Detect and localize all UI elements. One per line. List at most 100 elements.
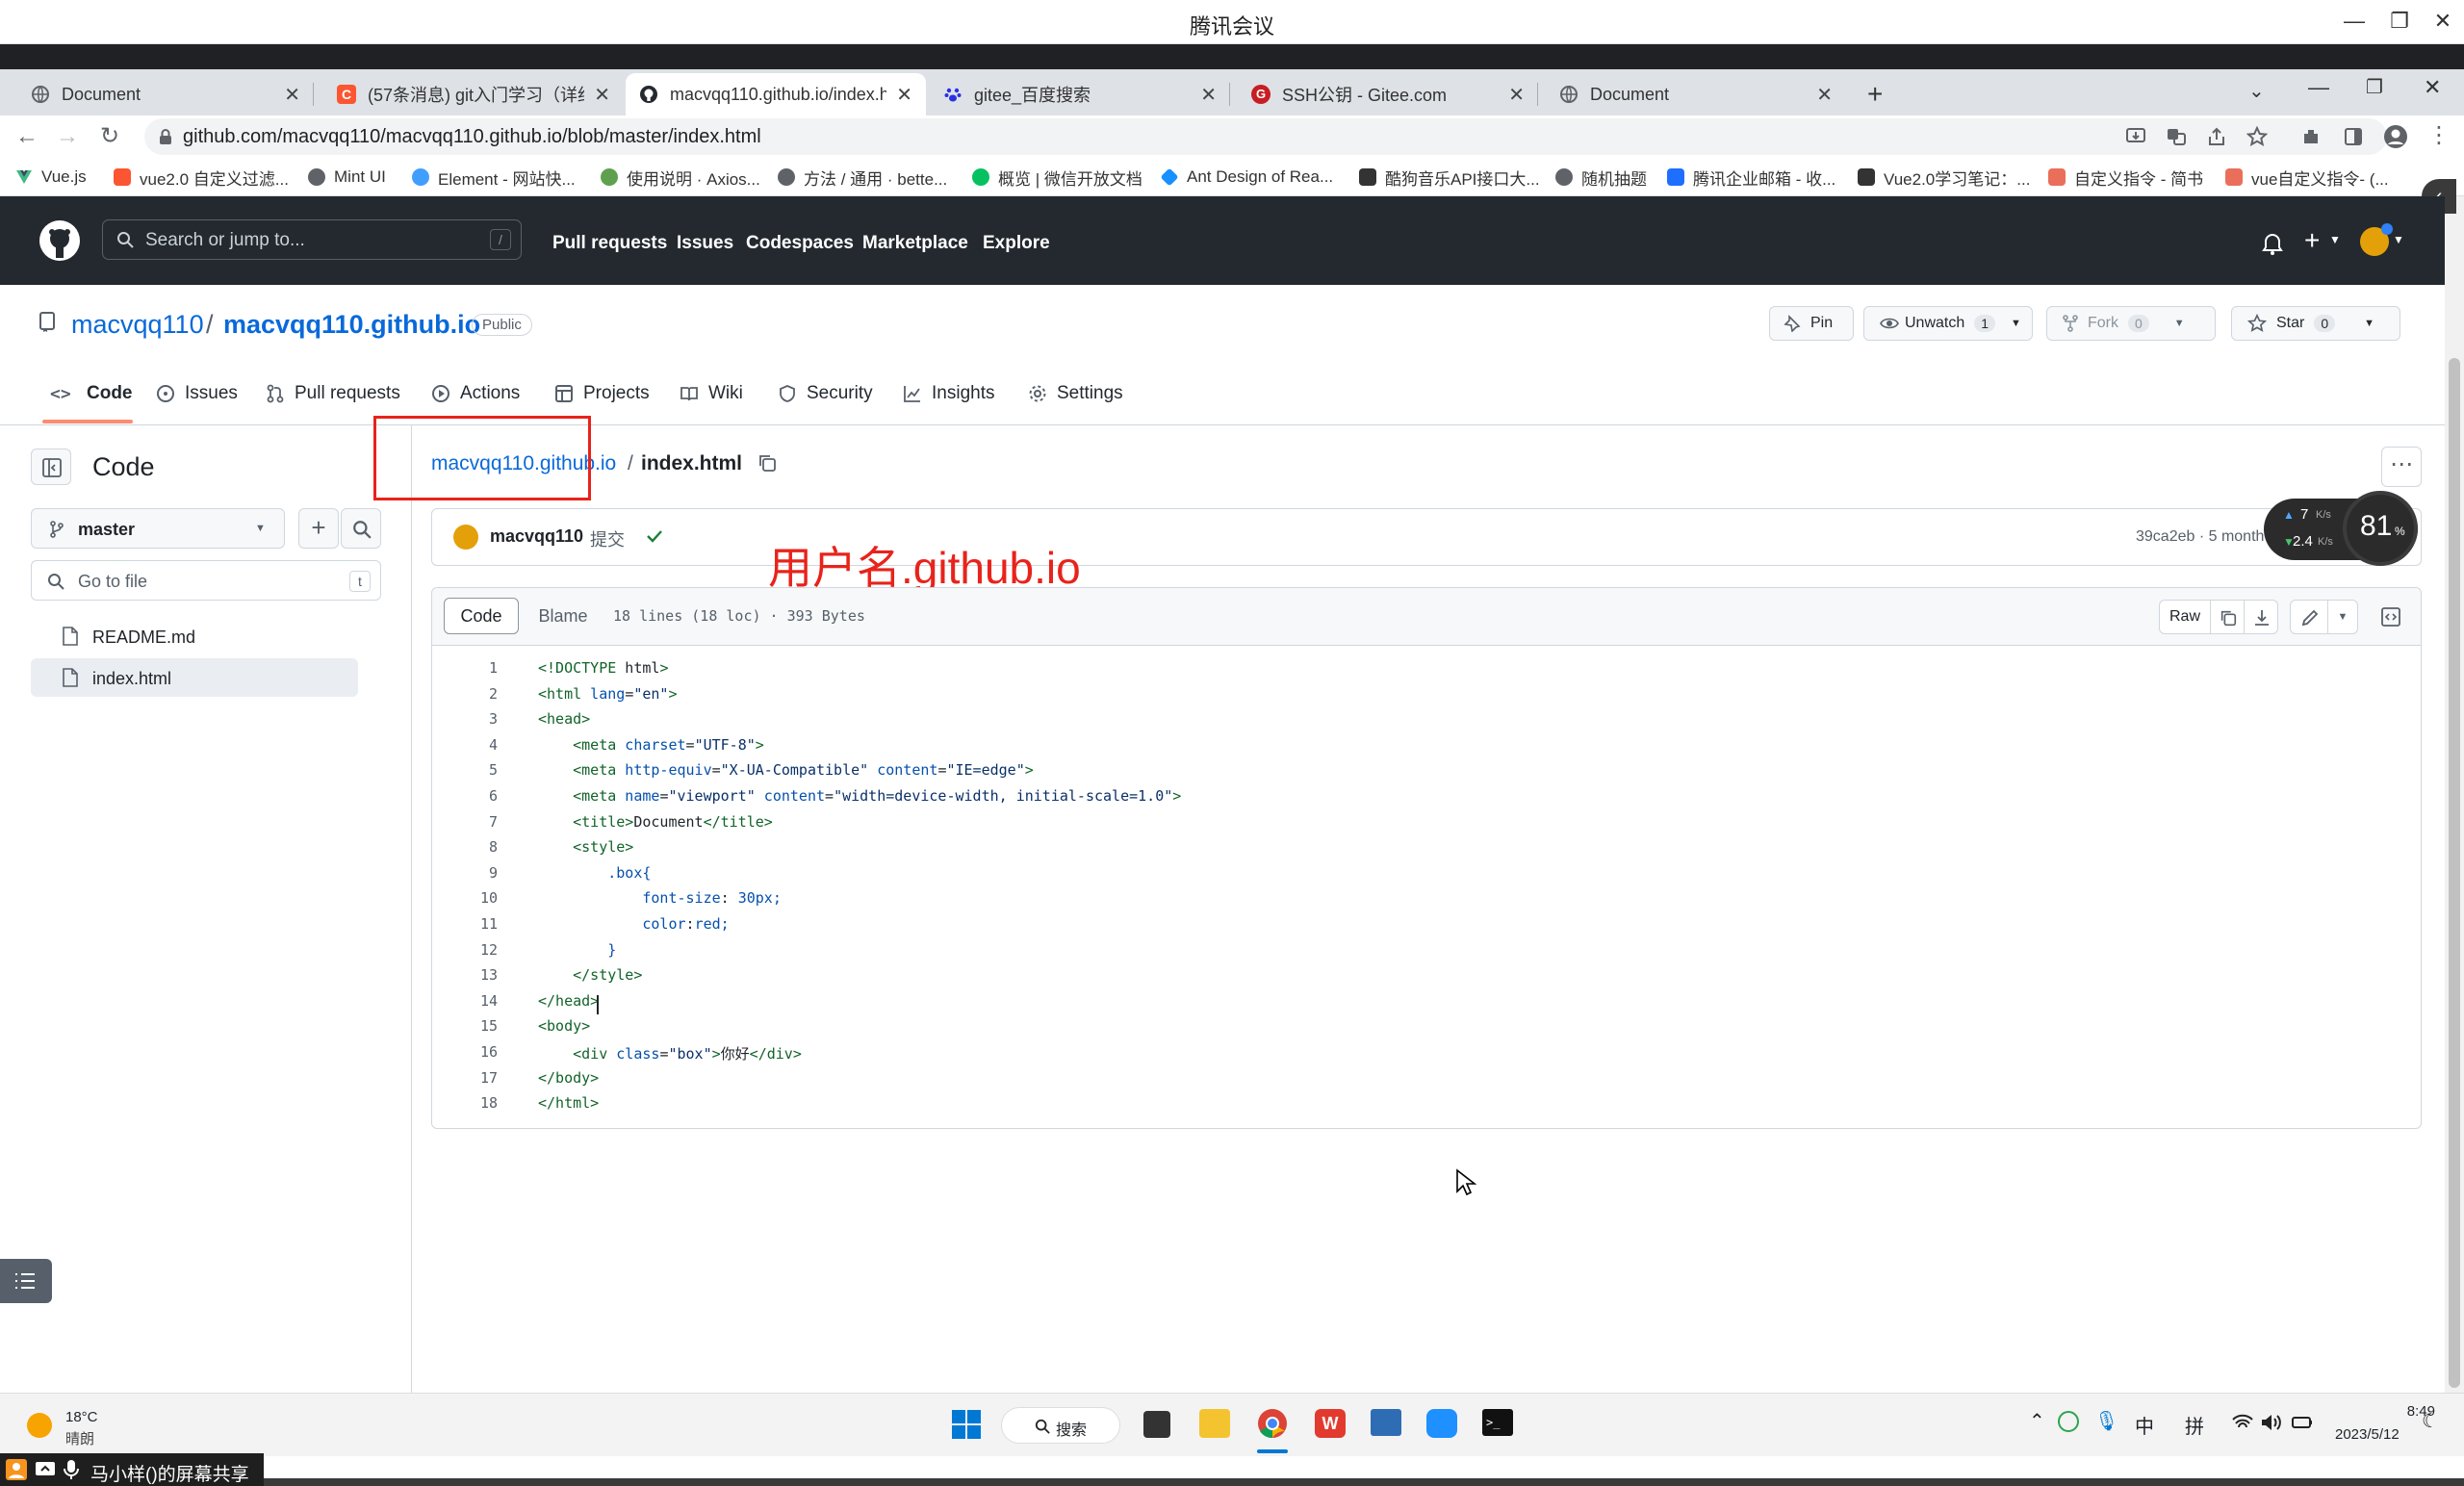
more-options-button[interactable]: ⋯ bbox=[2381, 447, 2422, 487]
line-number[interactable]: 5 bbox=[432, 761, 498, 779]
ime-mode[interactable]: 中 bbox=[2135, 1411, 2154, 1439]
browser-close-icon[interactable]: ✕ bbox=[2424, 75, 2441, 100]
pin-button[interactable]: Pin bbox=[1769, 306, 1854, 341]
reload-icon[interactable]: ↻ bbox=[96, 123, 123, 150]
line-number[interactable]: 4 bbox=[432, 736, 498, 754]
commit-message[interactable]: 提交 bbox=[590, 526, 625, 551]
dropdown-caret-icon[interactable]: ▼ bbox=[2393, 233, 2404, 246]
tab-insights[interactable]: Insights bbox=[903, 383, 994, 404]
share-page-icon[interactable] bbox=[2206, 127, 2227, 146]
close-tab-icon[interactable]: ✕ bbox=[594, 83, 610, 107]
tab-document-1[interactable]: Document ✕ bbox=[17, 73, 314, 115]
weather-temp[interactable]: 18°C bbox=[65, 1409, 98, 1425]
terminal-icon[interactable]: >_ bbox=[1482, 1409, 1513, 1436]
code-view-button[interactable]: Code bbox=[444, 598, 519, 634]
close-tab-icon[interactable]: ✕ bbox=[896, 83, 912, 107]
nav-codespaces[interactable]: Codespaces bbox=[746, 233, 854, 254]
bookmark-item[interactable]: Vue2.0学习笔记：... bbox=[1858, 164, 2030, 191]
tab-document-2[interactable]: Document ✕ bbox=[1546, 73, 1846, 115]
chevron-up-icon[interactable]: ⌃ bbox=[2029, 1409, 2045, 1433]
copy-raw-button[interactable] bbox=[2210, 600, 2245, 634]
task-view-icon[interactable] bbox=[1143, 1411, 1170, 1438]
wifi-icon[interactable] bbox=[2231, 1413, 2254, 1432]
battery-icon[interactable] bbox=[2291, 1413, 2314, 1432]
unwatch-button[interactable]: Unwatch 1 ▼ bbox=[1863, 306, 2033, 341]
new-tab-icon[interactable]: + bbox=[1867, 79, 1883, 110]
taskbar-search[interactable]: 搜索 bbox=[1001, 1407, 1120, 1444]
search-files-button[interactable] bbox=[341, 508, 381, 549]
clock-date[interactable]: 2023/5/12 bbox=[2335, 1426, 2400, 1443]
bookmark-item[interactable]: 酷狗音乐API接口大... bbox=[1359, 164, 1540, 191]
line-number[interactable]: 11 bbox=[432, 915, 498, 933]
browser-menu-icon[interactable]: ⋮ bbox=[2427, 121, 2451, 149]
edit-file-button[interactable] bbox=[2290, 600, 2328, 634]
outline-toggle-button[interactable] bbox=[0, 1259, 52, 1303]
line-number[interactable]: 2 bbox=[432, 685, 498, 703]
network-speed-widget[interactable]: ▲ 7 K/s ▼ 2.4 K/s 81 % bbox=[2264, 491, 2418, 566]
back-icon[interactable]: ← bbox=[13, 123, 40, 150]
file-explorer-icon[interactable] bbox=[1199, 1409, 1230, 1438]
close-tab-icon[interactable]: ✕ bbox=[284, 83, 300, 107]
profile-icon[interactable] bbox=[2383, 124, 2408, 149]
line-number[interactable]: 8 bbox=[432, 838, 498, 856]
chrome-icon[interactable] bbox=[1257, 1408, 1288, 1439]
bookmark-item[interactable]: Element - 网站快... bbox=[412, 164, 576, 191]
tab-github-active[interactable]: macvqq110.github.io/index.ht ✕ bbox=[626, 73, 926, 115]
line-number[interactable]: 1 bbox=[432, 659, 498, 677]
tab-actions[interactable]: Actions bbox=[431, 383, 520, 404]
repo-name-link[interactable]: macvqq110.github.io bbox=[223, 310, 480, 340]
bookmark-item[interactable]: 随机抽题 bbox=[1555, 164, 1647, 191]
line-number[interactable]: 10 bbox=[432, 889, 498, 907]
commit-hash-time[interactable]: 39ca2eb · 5 month bbox=[2136, 528, 2264, 546]
star-button[interactable]: Star 0 ▼ bbox=[2231, 306, 2400, 341]
browser-restore-icon[interactable]: ❐ bbox=[2366, 75, 2383, 99]
copy-path-icon[interactable] bbox=[757, 452, 778, 474]
repo-owner-link[interactable]: macvqq110 bbox=[71, 310, 204, 340]
page-scrollbar[interactable] bbox=[2445, 196, 2464, 1393]
moon-icon[interactable]: ☾ bbox=[2422, 1409, 2439, 1433]
create-new-icon[interactable]: + bbox=[2304, 225, 2320, 256]
bookmark-item[interactable]: Mint UI bbox=[308, 164, 386, 191]
microphone-icon[interactable]: 🎙 bbox=[2094, 1409, 2118, 1433]
line-number[interactable]: 18 bbox=[432, 1094, 498, 1112]
tencent-meeting-icon[interactable] bbox=[1426, 1409, 1457, 1438]
github-logo-icon[interactable] bbox=[38, 219, 81, 262]
tab-security[interactable]: Security bbox=[778, 383, 873, 404]
branch-selector[interactable]: master ▼ bbox=[31, 508, 285, 549]
commit-author-avatar[interactable] bbox=[453, 525, 478, 550]
raw-button[interactable]: Raw bbox=[2159, 600, 2211, 634]
download-raw-button[interactable] bbox=[2244, 600, 2278, 634]
tab-wiki[interactable]: Wiki bbox=[680, 383, 743, 404]
line-number[interactable]: 13 bbox=[432, 966, 498, 984]
side-panel-icon[interactable] bbox=[2343, 126, 2364, 147]
bookmark-item[interactable]: Ant Design of Rea... bbox=[1160, 164, 1333, 191]
line-number[interactable]: 12 bbox=[432, 941, 498, 959]
commit-author[interactable]: macvqq110 bbox=[490, 526, 583, 547]
bookmark-item[interactable]: vue自定义指令- (... bbox=[2225, 164, 2389, 191]
tab-pull-requests[interactable]: Pull requests bbox=[266, 383, 400, 404]
ime-pinyin[interactable]: 拼 bbox=[2185, 1411, 2204, 1439]
extensions-icon[interactable] bbox=[2300, 126, 2322, 147]
bookmark-star-icon[interactable] bbox=[2246, 126, 2268, 147]
line-number[interactable]: 16 bbox=[432, 1043, 498, 1061]
line-number[interactable]: 15 bbox=[432, 1017, 498, 1035]
edit-options-dropdown[interactable]: ▼ bbox=[2327, 600, 2358, 634]
bookmark-item[interactable]: 使用说明 · Axios... bbox=[601, 164, 760, 191]
user-avatar[interactable] bbox=[2360, 223, 2393, 256]
wps-icon[interactable]: W bbox=[1315, 1409, 1346, 1438]
line-number[interactable]: 17 bbox=[432, 1069, 498, 1087]
translate-icon[interactable] bbox=[2166, 127, 2187, 146]
bookmark-item[interactable]: 腾讯企业邮箱 - 收... bbox=[1667, 164, 1835, 191]
bookmark-item[interactable]: 概览 | 微信开放文档 bbox=[972, 164, 1142, 191]
blame-view-button[interactable]: Blame bbox=[525, 598, 602, 634]
remote-desktop-icon[interactable] bbox=[1371, 1409, 1401, 1436]
bookmark-item[interactable]: 自定义指令 - 简书 bbox=[2048, 164, 2203, 191]
weather-desc[interactable]: 晴朗 bbox=[65, 1428, 94, 1448]
fork-button[interactable]: Fork 0 ▼ bbox=[2046, 306, 2216, 341]
sync-icon[interactable] bbox=[2058, 1411, 2079, 1432]
windows-start-icon[interactable] bbox=[951, 1409, 982, 1440]
add-file-button[interactable]: + bbox=[298, 508, 339, 549]
bookmark-item[interactable]: Vue.js bbox=[15, 164, 87, 191]
nav-pull-requests[interactable]: Pull requests bbox=[552, 233, 667, 254]
restore-icon[interactable]: ❐ bbox=[2382, 4, 2417, 38]
